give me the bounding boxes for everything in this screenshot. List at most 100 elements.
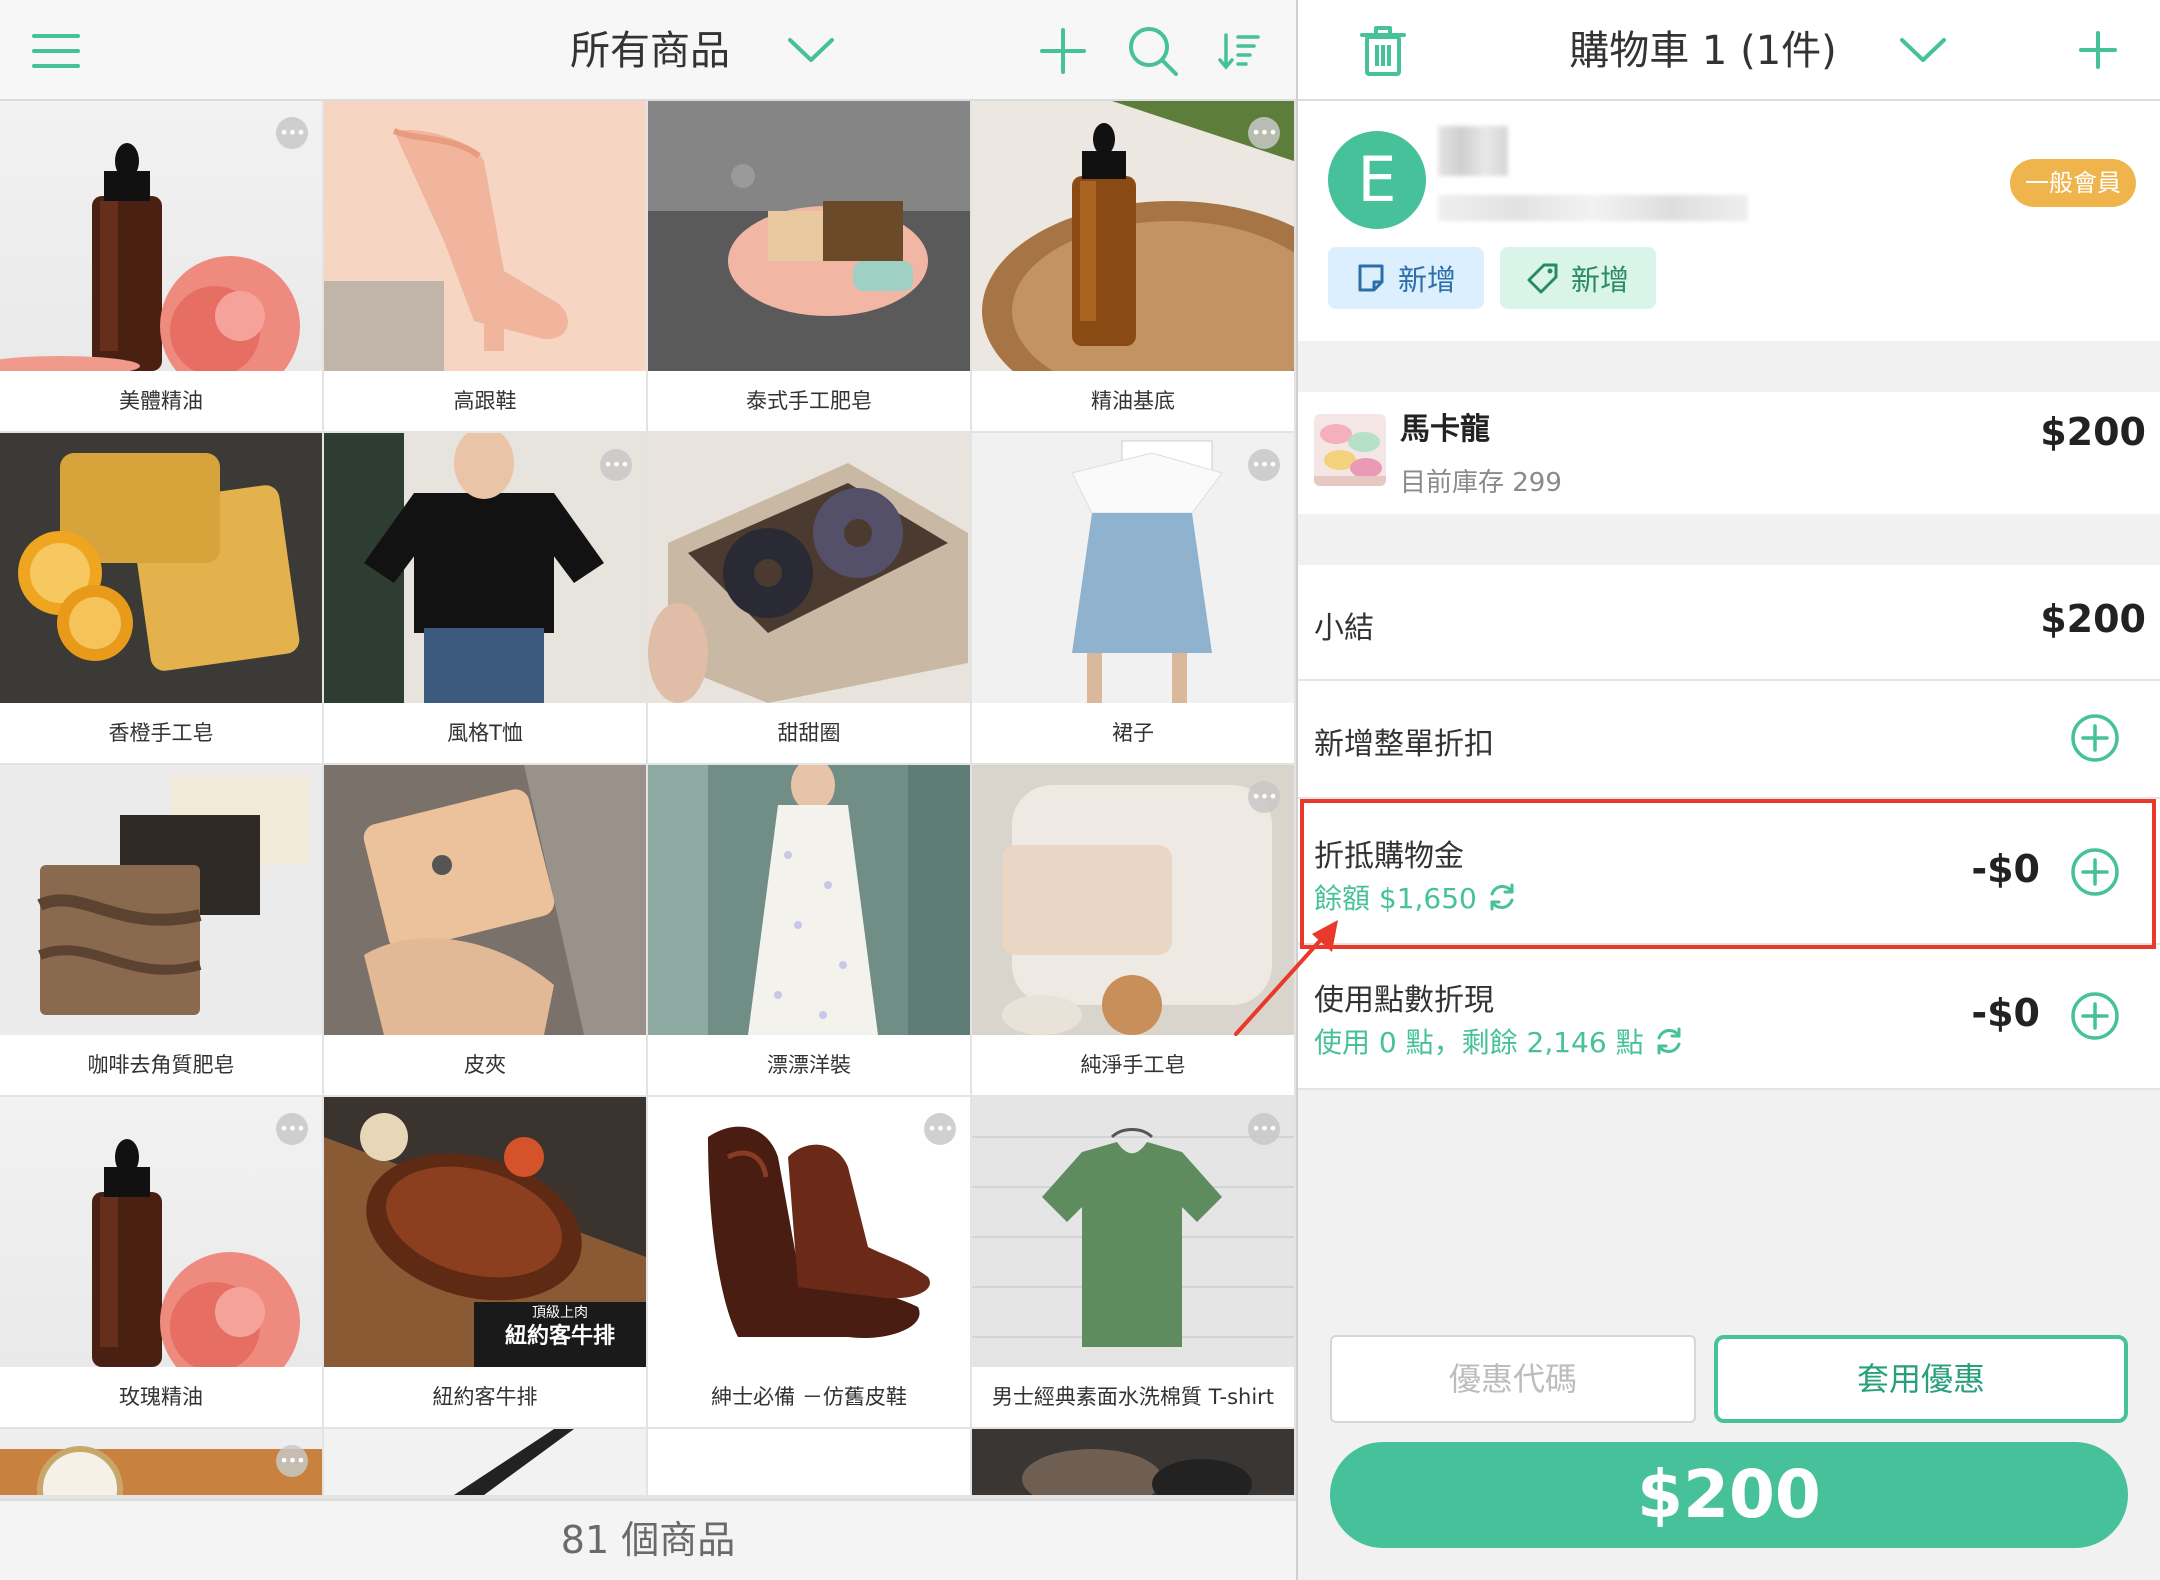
more-options-icon[interactable]: ••• (276, 1445, 308, 1477)
product-tile[interactable] (972, 1429, 1294, 1495)
product-tile[interactable]: ••• 美體精油 (0, 101, 322, 431)
order-discount-label: 新增整單折扣 (1314, 727, 1494, 762)
add-tag-button[interactable]: 新增 (1500, 247, 1656, 309)
avatar: E (1328, 131, 1426, 229)
more-options-icon[interactable]: ••• (600, 449, 632, 481)
product-name: 咖啡去角質肥皂 (87, 1053, 235, 1077)
product-tile[interactable]: ••• 紳士必備 －仿舊皮鞋 (648, 1097, 970, 1427)
essential-oil-image (0, 101, 322, 371)
more-options-icon[interactable]: ••• (276, 117, 308, 149)
add-cart-icon[interactable] (2076, 28, 2120, 72)
soap-image (0, 765, 322, 1035)
product-tile[interactable]: 漂漂洋裝 (648, 765, 970, 1095)
product-name: 純淨手工皂 (1080, 1053, 1186, 1077)
product-tile[interactable]: 高跟鞋 (324, 101, 646, 431)
subtotal-value: $200 (2040, 597, 2146, 641)
apply-coupon-button[interactable]: 套用優惠 (1714, 1335, 2128, 1423)
more-options-icon[interactable]: ••• (1248, 449, 1280, 481)
wallet-image (324, 765, 646, 1035)
essential-oil-image (972, 101, 1294, 371)
member-level-badge: 一般會員 (2010, 159, 2136, 207)
product-name: 風格T恤 (447, 721, 523, 745)
product-tile[interactable]: ••• 風格T恤 (324, 433, 646, 763)
photo-image (972, 1429, 1294, 1495)
high-heel-image (324, 101, 646, 371)
customer-card[interactable]: E 一般會員 新增 新增 (1298, 101, 2160, 341)
product-name: 紐約客牛排 (432, 1385, 538, 1409)
cart-item-row[interactable]: 馬卡龍 目前庫存 299 $200 (1298, 392, 2160, 514)
t-shirt-image (324, 433, 646, 703)
steak-overlay-label: 頂級上肉 紐約客牛排 (504, 1306, 615, 1348)
refresh-icon[interactable] (1652, 1024, 1686, 1058)
product-name: 裙子 (1112, 721, 1154, 745)
points-value: -$0 (1971, 991, 2040, 1035)
coupon-code-input[interactable]: 優惠代碼 (1330, 1335, 1696, 1423)
chevron-down-icon[interactable] (786, 32, 836, 68)
donut-image (648, 433, 970, 703)
cart-title[interactable]: 購物車 1 (1件) (1538, 22, 1868, 80)
dress-image (648, 765, 970, 1035)
product-name: 紳士必備 －仿舊皮鞋 (711, 1385, 907, 1409)
cart-panel: 購物車 1 (1件) E 一般會員 新增 新增 馬卡龍 目前庫存 299 $20… (1298, 0, 2160, 1580)
product-tile[interactable]: 咖啡去角質肥皂 (0, 765, 322, 1095)
menu-icon[interactable] (28, 28, 84, 74)
leather-shoe-image (648, 1097, 970, 1367)
product-tile[interactable]: 泰式手工肥皂 (648, 101, 970, 431)
sort-icon[interactable] (1216, 30, 1262, 72)
orange-soap-image (0, 433, 322, 703)
annotation-arrow-icon (1234, 920, 1338, 1036)
product-name: 精油基底 (1091, 389, 1175, 413)
add-note-button[interactable]: 新增 (1328, 247, 1484, 309)
product-tile[interactable] (648, 1429, 970, 1495)
product-category-title[interactable]: 所有商品 (520, 22, 780, 80)
tag-icon (1527, 262, 1559, 294)
more-options-icon[interactable]: ••• (1248, 781, 1280, 813)
product-tile[interactable]: ••• 男士經典素面水洗棉質 T-shirt (972, 1097, 1294, 1427)
add-points-icon[interactable] (2070, 991, 2120, 1041)
add-discount-icon[interactable] (2070, 713, 2120, 763)
product-tile[interactable] (324, 1429, 646, 1495)
chevron-down-icon[interactable] (1898, 32, 1948, 68)
search-icon[interactable] (1126, 24, 1180, 78)
product-name: 皮夾 (464, 1053, 506, 1077)
points-row[interactable]: 使用點數折現 使用 0 點，剩餘 2,146 點 -$0 (1298, 945, 2160, 1090)
product-grid: ••• 美體精油 高跟鞋 泰式手工肥皂 ••• 精油基底 香橙手工皂 ••• 風… (0, 101, 1296, 1499)
cart-item-name: 馬卡龍 (1400, 412, 1490, 447)
product-tile[interactable]: ••• (0, 1429, 322, 1495)
product-tile[interactable]: 香橙手工皂 (0, 433, 322, 763)
product-name: 泰式手工肥皂 (746, 389, 872, 413)
t-shirt-image (972, 1097, 1294, 1367)
points-info-text: 使用 0 點，剩餘 2,146 點 (1314, 1026, 1644, 1059)
essential-oil-image (0, 1097, 322, 1367)
product-name: 香橙手工皂 (108, 721, 214, 745)
trash-icon[interactable] (1358, 24, 1408, 78)
soap-dish-image (648, 101, 970, 371)
product-panel: 所有商品 ••• 美體精油 高跟鞋 泰式手工肥皂 ••• 精油基底 香橙手工皂 … (0, 0, 1296, 1580)
checkout-total-button[interactable]: $200 (1330, 1442, 2128, 1548)
product-name: 美體精油 (119, 389, 203, 413)
product-tile[interactable]: ••• 精油基底 (972, 101, 1294, 431)
macaron-thumbnail (1314, 414, 1386, 486)
product-tile[interactable]: ••• 玫瑰精油 (0, 1097, 322, 1427)
more-options-icon[interactable]: ••• (1248, 1113, 1280, 1145)
more-options-icon[interactable]: ••• (1248, 117, 1280, 149)
annotation-highlight-box (1300, 799, 2156, 949)
customer-name-redacted (1438, 126, 1508, 176)
more-options-icon[interactable]: ••• (924, 1113, 956, 1145)
more-options-icon[interactable]: ••• (276, 1113, 308, 1145)
cart-header: 購物車 1 (1件) (1298, 0, 2160, 101)
subtotal-row: 小結 $200 (1298, 565, 2160, 681)
order-discount-row[interactable]: 新增整單折扣 (1298, 681, 2160, 799)
add-product-icon[interactable] (1038, 26, 1088, 76)
product-tile[interactable]: 皮夾 (324, 765, 646, 1095)
belt-image (324, 1429, 646, 1495)
product-tile[interactable]: 頂級上肉 紐約客牛排 紐約客牛排 (324, 1097, 646, 1427)
watch-image (0, 1429, 322, 1495)
product-name: 男士經典素面水洗棉質 T-shirt (991, 1385, 1275, 1409)
add-tag-label: 新增 (1570, 263, 1629, 297)
product-tile[interactable]: 甜甜圈 (648, 433, 970, 763)
cart-item-price: $200 (2040, 410, 2146, 454)
product-name: 漂漂洋裝 (767, 1053, 851, 1077)
cart-item-stock: 目前庫存 299 (1400, 468, 1562, 498)
product-tile[interactable]: ••• 裙子 (972, 433, 1294, 763)
